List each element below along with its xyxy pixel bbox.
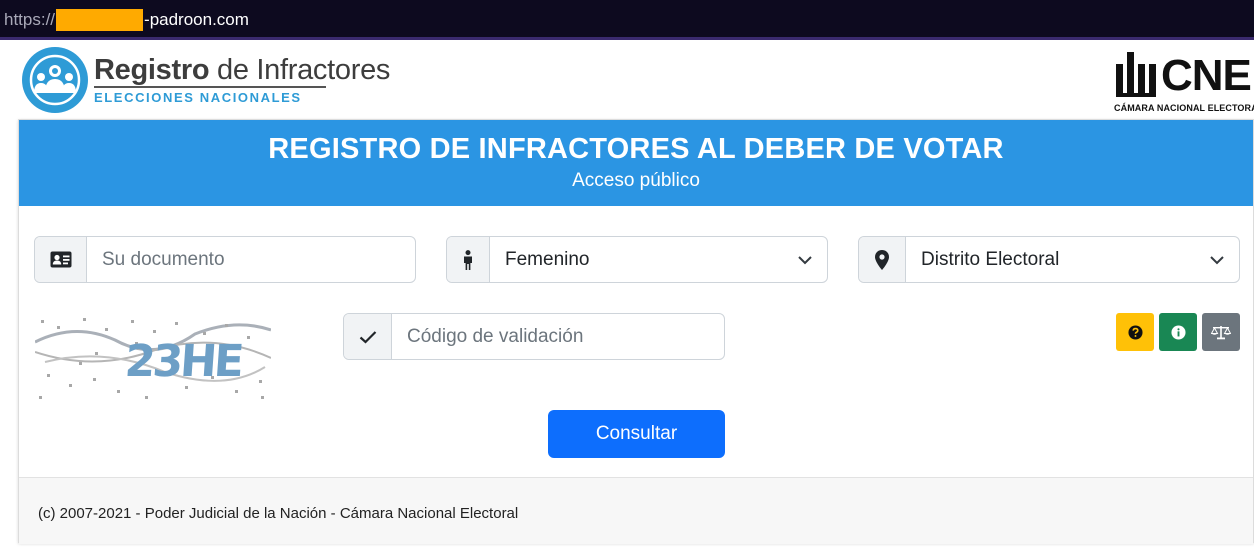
validation-code-input[interactable]: Código de validación (343, 313, 725, 360)
id-card-icon (35, 237, 87, 282)
logo-title-light: de Infractores (209, 54, 391, 86)
url-protocol: https:// (4, 10, 56, 29)
registro-logo[interactable]: Registro de Infractores ELECCIONES NACIO… (22, 47, 390, 113)
document-input[interactable]: Su documento (34, 236, 416, 283)
person-icon (447, 237, 490, 282)
consultar-button[interactable]: Consultar (548, 410, 725, 458)
help-button[interactable] (1116, 313, 1154, 351)
legal-button[interactable] (1202, 313, 1240, 351)
district-select[interactable]: Distrito Electoral (858, 236, 1240, 283)
browser-url-bar[interactable]: https:// -padroon.com (0, 0, 1254, 40)
url-text[interactable]: https:// -padroon.com (4, 9, 249, 31)
footer-copyright: (c) 2007-2021 - Poder Judicial de la Nac… (38, 505, 519, 522)
footer: (c) 2007-2021 - Poder Judicial de la Nac… (19, 477, 1253, 544)
url-redaction (56, 9, 144, 31)
chevron-down-icon (1195, 255, 1239, 265)
main-card: REGISTRO DE INFRACTORES AL DEBER DE VOTA… (18, 119, 1254, 544)
cne-subtitle: CÁMARA NACIONAL ELECTORAL (1114, 103, 1254, 113)
url-domain: -padroon.com (144, 10, 249, 29)
cne-columns-icon (1116, 52, 1156, 97)
title-banner: REGISTRO DE INFRACTORES AL DEBER DE VOTA… (19, 120, 1253, 206)
captcha-text: 23HE (123, 336, 243, 387)
validation-placeholder: Código de validación (407, 325, 584, 347)
logo-divider (94, 86, 326, 88)
gender-select[interactable]: Femenino (446, 236, 828, 283)
cne-word: CNE (1161, 51, 1252, 100)
logo-title-bold: Registro (94, 54, 210, 86)
check-icon (344, 314, 392, 359)
people-group-icon (22, 47, 88, 113)
info-button[interactable] (1159, 313, 1197, 351)
map-marker-icon (859, 237, 906, 282)
balance-scale-icon (1211, 325, 1231, 339)
cne-logo[interactable]: CNE CÁMARA NACIONAL ELECTORAL (1112, 48, 1254, 114)
district-selected: Distrito Electoral (921, 248, 1060, 270)
page-subtitle: Acceso público (572, 170, 700, 191)
question-icon (1127, 324, 1143, 340)
document-placeholder: Su documento (102, 248, 225, 270)
logo-title: Registro de Infractores (94, 55, 390, 85)
logo-subtitle: ELECCIONES NACIONALES (94, 90, 302, 105)
page-title: REGISTRO DE INFRACTORES AL DEBER DE VOTA… (268, 133, 1004, 165)
captcha-image: 23HE (34, 312, 272, 402)
gender-selected: Femenino (505, 248, 590, 270)
info-icon (1170, 324, 1186, 340)
chevron-down-icon (783, 255, 827, 265)
